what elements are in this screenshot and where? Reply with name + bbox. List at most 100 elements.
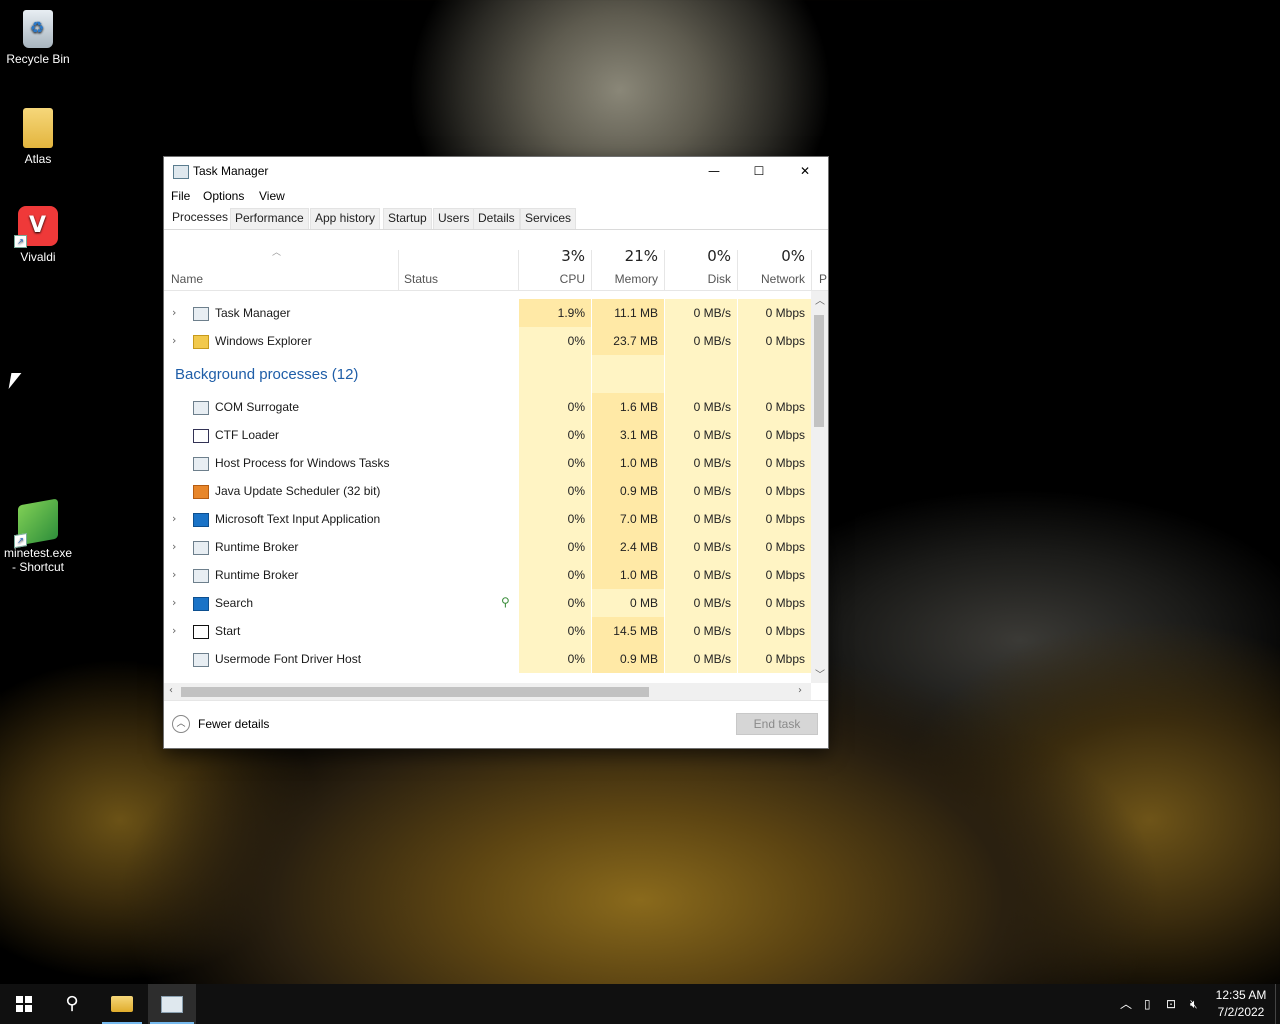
table-row[interactable]: COM Surrogate 0% 1.6 MB 0 MB/s 0 Mbps xyxy=(164,393,811,421)
process-name: Java Update Scheduler (32 bit) xyxy=(215,484,381,498)
menu-view[interactable]: View xyxy=(259,189,285,203)
close-button[interactable]: ✕ xyxy=(782,157,828,185)
taskbar-file-explorer[interactable] xyxy=(98,984,146,1024)
desktop-icon-atlas[interactable]: Atlas xyxy=(0,108,76,166)
tab-services[interactable]: Services xyxy=(520,208,577,229)
folder-icon xyxy=(193,335,209,349)
process-network: 0 Mbps xyxy=(765,512,805,526)
table-row[interactable]: › Start 0% 14.5 MB 0 MB/s 0 Mbps xyxy=(164,617,811,645)
chevron-right-icon[interactable]: › xyxy=(172,540,176,553)
column-header-name[interactable]: ︿ Name xyxy=(164,247,398,290)
chevron-right-icon[interactable]: › xyxy=(172,512,176,525)
menu-file[interactable]: File xyxy=(171,189,190,203)
chevron-right-icon[interactable]: › xyxy=(172,306,176,319)
column-header-network[interactable]: 0% Network xyxy=(738,247,811,290)
scroll-left-icon[interactable]: ‹ xyxy=(169,685,173,696)
process-memory: 1.6 MB xyxy=(619,400,658,414)
table-row[interactable]: Java Update Scheduler (32 bit) 0% 0.9 MB… xyxy=(164,477,811,505)
search-button[interactable]: ⚲ xyxy=(48,984,96,1024)
process-window-icon xyxy=(193,457,209,471)
desktop-icon-minetest[interactable]: ↗ minetest.exe - Shortcut xyxy=(0,498,76,574)
desktop-icon-label: Recycle Bin xyxy=(6,52,70,66)
desktop-icon-vivaldi[interactable]: ↗ Vivaldi xyxy=(0,206,76,264)
fewer-details-link[interactable]: Fewer details xyxy=(198,717,269,731)
table-row[interactable]: › Runtime Broker 0% 2.4 MB 0 MB/s 0 Mbps xyxy=(164,533,811,561)
table-row[interactable]: › Runtime Broker 0% 1.0 MB 0 MB/s 0 Mbps xyxy=(164,561,811,589)
column-name-label: Name xyxy=(171,272,204,286)
windows-logo-icon xyxy=(16,996,32,1012)
disk-total-percent: 0% xyxy=(707,247,731,265)
column-divider[interactable] xyxy=(811,250,812,290)
column-header-memory[interactable]: 21% Memory xyxy=(592,247,664,290)
footer: ︿ Fewer details End task xyxy=(164,700,828,749)
tab-processes[interactable]: Processes xyxy=(168,207,233,228)
suspended-leaf-icon: ⚲ xyxy=(501,595,510,609)
title-bar[interactable]: Task Manager — ☐ ✕ xyxy=(164,157,828,185)
table-row[interactable]: Usermode Font Driver Host 0% 0.9 MB 0 MB… xyxy=(164,645,811,673)
process-network: 0 Mbps xyxy=(765,652,805,666)
tab-app-history[interactable]: App history xyxy=(310,208,381,229)
tab-performance[interactable]: Performance xyxy=(230,208,309,229)
column-header-cpu[interactable]: 3% CPU xyxy=(519,247,591,290)
minimize-button[interactable]: — xyxy=(691,157,737,185)
tab-details[interactable]: Details xyxy=(473,208,520,229)
scroll-right-icon[interactable]: › xyxy=(798,685,802,696)
table-row[interactable]: › Search ⚲ 0% 0 MB 0 MB/s 0 Mbps xyxy=(164,589,811,617)
process-cpu: 0% xyxy=(567,428,585,442)
menu-options[interactable]: Options xyxy=(203,189,244,203)
process-window-icon xyxy=(193,541,209,555)
chevron-right-icon[interactable]: › xyxy=(172,596,176,609)
process-name: Start xyxy=(215,624,241,638)
tab-users[interactable]: Users xyxy=(433,208,475,229)
process-memory: 1.0 MB xyxy=(619,568,658,582)
vertical-scrollbar[interactable]: ︿ ﹀ xyxy=(811,291,828,683)
chevron-right-icon[interactable]: › xyxy=(172,624,176,637)
taskbar-task-manager[interactable] xyxy=(148,984,196,1024)
chevron-right-icon[interactable]: › xyxy=(172,334,176,347)
search-icon xyxy=(193,597,209,611)
process-disk: 0 MB/s xyxy=(693,568,731,582)
process-cpu: 0% xyxy=(567,400,585,414)
process-network: 0 Mbps xyxy=(765,596,805,610)
start-button[interactable] xyxy=(0,984,48,1024)
chevron-right-icon[interactable]: › xyxy=(172,568,176,581)
process-cpu: 0% xyxy=(567,540,585,554)
column-header-status[interactable]: Status xyxy=(399,250,518,290)
column-header-disk[interactable]: 0% Disk xyxy=(665,247,737,290)
vertical-scroll-thumb[interactable] xyxy=(814,315,824,427)
process-network: 0 Mbps xyxy=(765,624,805,638)
table-row[interactable]: › Windows Explorer 0% 23.7 MB 0 MB/s 0 M… xyxy=(164,327,811,355)
volume-muted-icon[interactable]: 🔇︎ xyxy=(1190,984,1198,1024)
horizontal-scrollbar[interactable]: ‹ › xyxy=(164,683,811,700)
scroll-down-icon[interactable]: ﹀ xyxy=(815,666,825,681)
tab-startup[interactable]: Startup xyxy=(383,208,432,229)
table-row[interactable]: Host Process for Windows Tasks 0% 1.0 MB… xyxy=(164,449,811,477)
desktop-icon-label: Atlas xyxy=(24,152,52,166)
system-clock[interactable]: 12:35 AM 7/2/2022 xyxy=(1208,987,1274,1021)
process-cpu: 0% xyxy=(567,512,585,526)
action-center-icon[interactable]: ▯ xyxy=(1144,984,1151,1024)
maximize-button[interactable]: ☐ xyxy=(736,157,782,185)
show-hidden-icons-chevron-icon[interactable]: ︿ xyxy=(1120,984,1132,1024)
show-desktop-button[interactable] xyxy=(1275,984,1280,1024)
process-name: Host Process for Windows Tasks xyxy=(215,456,390,470)
network-total-percent: 0% xyxy=(781,247,805,265)
column-header-row: ︿ Name Status 3% CPU 21% Memory 0% Disk … xyxy=(164,247,828,291)
task-manager-icon xyxy=(161,996,183,1013)
column-header-power[interactable]: P xyxy=(814,250,828,290)
chevron-up-circle-icon[interactable]: ︿ xyxy=(172,715,190,733)
column-disk-label: Disk xyxy=(707,272,731,286)
desktop-icon-label: minetest.exe xyxy=(3,546,73,560)
table-row[interactable]: › Microsoft Text Input Application 0% 7.… xyxy=(164,505,811,533)
network-icon[interactable]: ⊡ xyxy=(1166,984,1176,1024)
scroll-up-icon[interactable]: ︿ xyxy=(815,292,825,307)
table-row[interactable]: CTF Loader 0% 3.1 MB 0 MB/s 0 Mbps xyxy=(164,421,811,449)
process-memory: 7.0 MB xyxy=(619,512,658,526)
end-task-button[interactable]: End task xyxy=(736,713,818,735)
group-header-background[interactable]: Background processes (12) xyxy=(164,355,811,393)
horizontal-scroll-thumb[interactable] xyxy=(181,687,649,697)
group-title: Background processes (12) xyxy=(175,366,359,383)
process-disk: 0 MB/s xyxy=(693,540,731,554)
table-row[interactable]: › Task Manager 1.9% 11.1 MB 0 MB/s 0 Mbp… xyxy=(164,299,811,327)
desktop-icon-recycle-bin[interactable]: Recycle Bin xyxy=(0,10,76,66)
